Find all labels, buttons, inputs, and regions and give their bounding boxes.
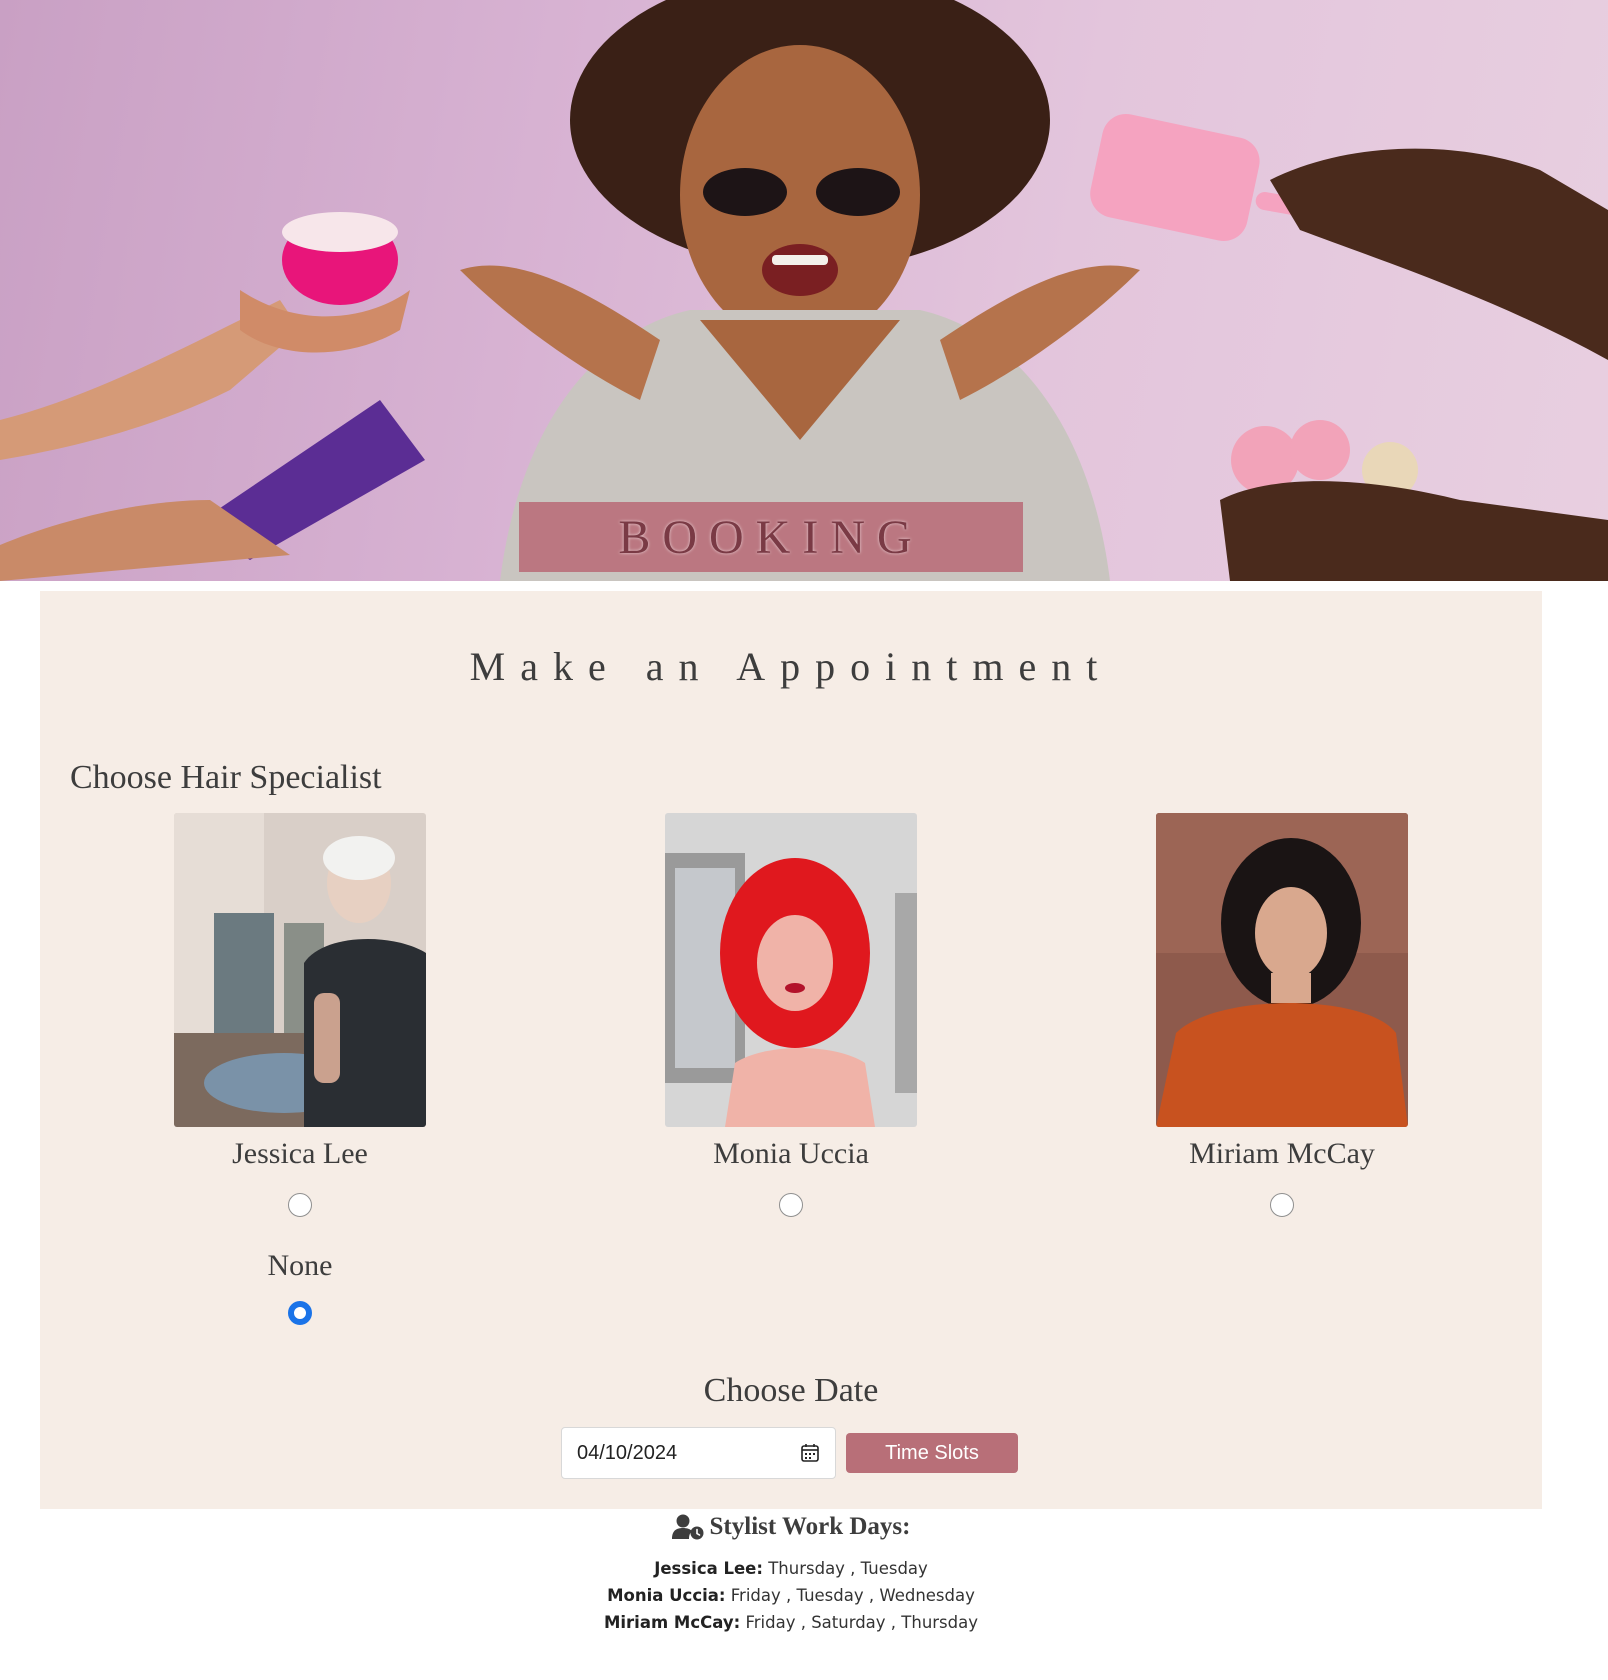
work-days-stylist: Jessica Lee: [654,1559,763,1578]
work-days-days: Friday , Tuesday , Wednesday [730,1586,975,1605]
stylist-card-miriam[interactable]: Miriam McCay [1132,813,1432,1217]
list-item: Monia Uccia: Friday , Tuesday , Wednesda… [0,1582,1582,1609]
hero-banner: BOOKING [0,0,1608,581]
work-days-stylist: Miriam McCay: [603,1613,741,1632]
date-value: 04/10/2024 [577,1441,678,1464]
booking-title: BOOKING [618,510,924,564]
none-option[interactable]: None [150,1249,450,1325]
stylist-radio-jessica[interactable] [288,1193,312,1217]
stylist-card-monia[interactable]: Monia Uccia [641,813,941,1217]
stylist-work-days: Stylist Work Days: Jessica Lee: Thursday… [0,1513,1582,1636]
time-slots-button[interactable]: Time Slots [846,1433,1018,1473]
stylist-name: Miriam McCay [1189,1137,1375,1170]
list-item: Jessica Lee: Thursday , Tuesday [0,1555,1582,1582]
date-row: 04/10/2024 Time Slots [561,1427,1018,1479]
specialist-section-label: Choose Hair Specialist [70,759,382,796]
stylist-card-jessica[interactable]: Jessica Lee [150,813,450,1217]
work-days-list: Jessica Lee: Thursday , Tuesday Monia Uc… [0,1555,1582,1636]
work-days-title: Stylist Work Days: [709,1513,911,1540]
stylist-radio-monia[interactable] [779,1193,803,1217]
booking-banner: BOOKING [519,502,1023,572]
work-days-days: Thursday , Tuesday [768,1559,928,1578]
date-input[interactable]: 04/10/2024 [561,1427,836,1479]
choose-date-label: Choose Date [703,1372,879,1409]
appointment-panel: Make an Appointment Choose Hair Speciali… [40,591,1542,1509]
page-title: Make an Appointment [469,644,1113,689]
user-clock-icon [671,1514,704,1540]
stylist-radio-miriam[interactable] [1270,1193,1294,1217]
work-days-days: Friday , Saturday , Thursday [745,1613,979,1632]
stylist-name: Jessica Lee [232,1137,368,1170]
stylist-name: Monia Uccia [713,1137,869,1170]
list-item: Miriam McCay: Friday , Saturday , Thursd… [0,1609,1582,1636]
none-label: None [267,1249,333,1282]
none-radio[interactable] [288,1301,312,1325]
calendar-icon[interactable] [800,1443,820,1463]
work-days-heading: Stylist Work Days: [671,1513,911,1541]
work-days-stylist: Monia Uccia: [607,1586,726,1605]
stylist-photo[interactable] [665,813,917,1127]
stylist-photo[interactable] [174,813,426,1127]
stylist-photo[interactable] [1156,813,1408,1127]
hero-image [0,0,1608,581]
